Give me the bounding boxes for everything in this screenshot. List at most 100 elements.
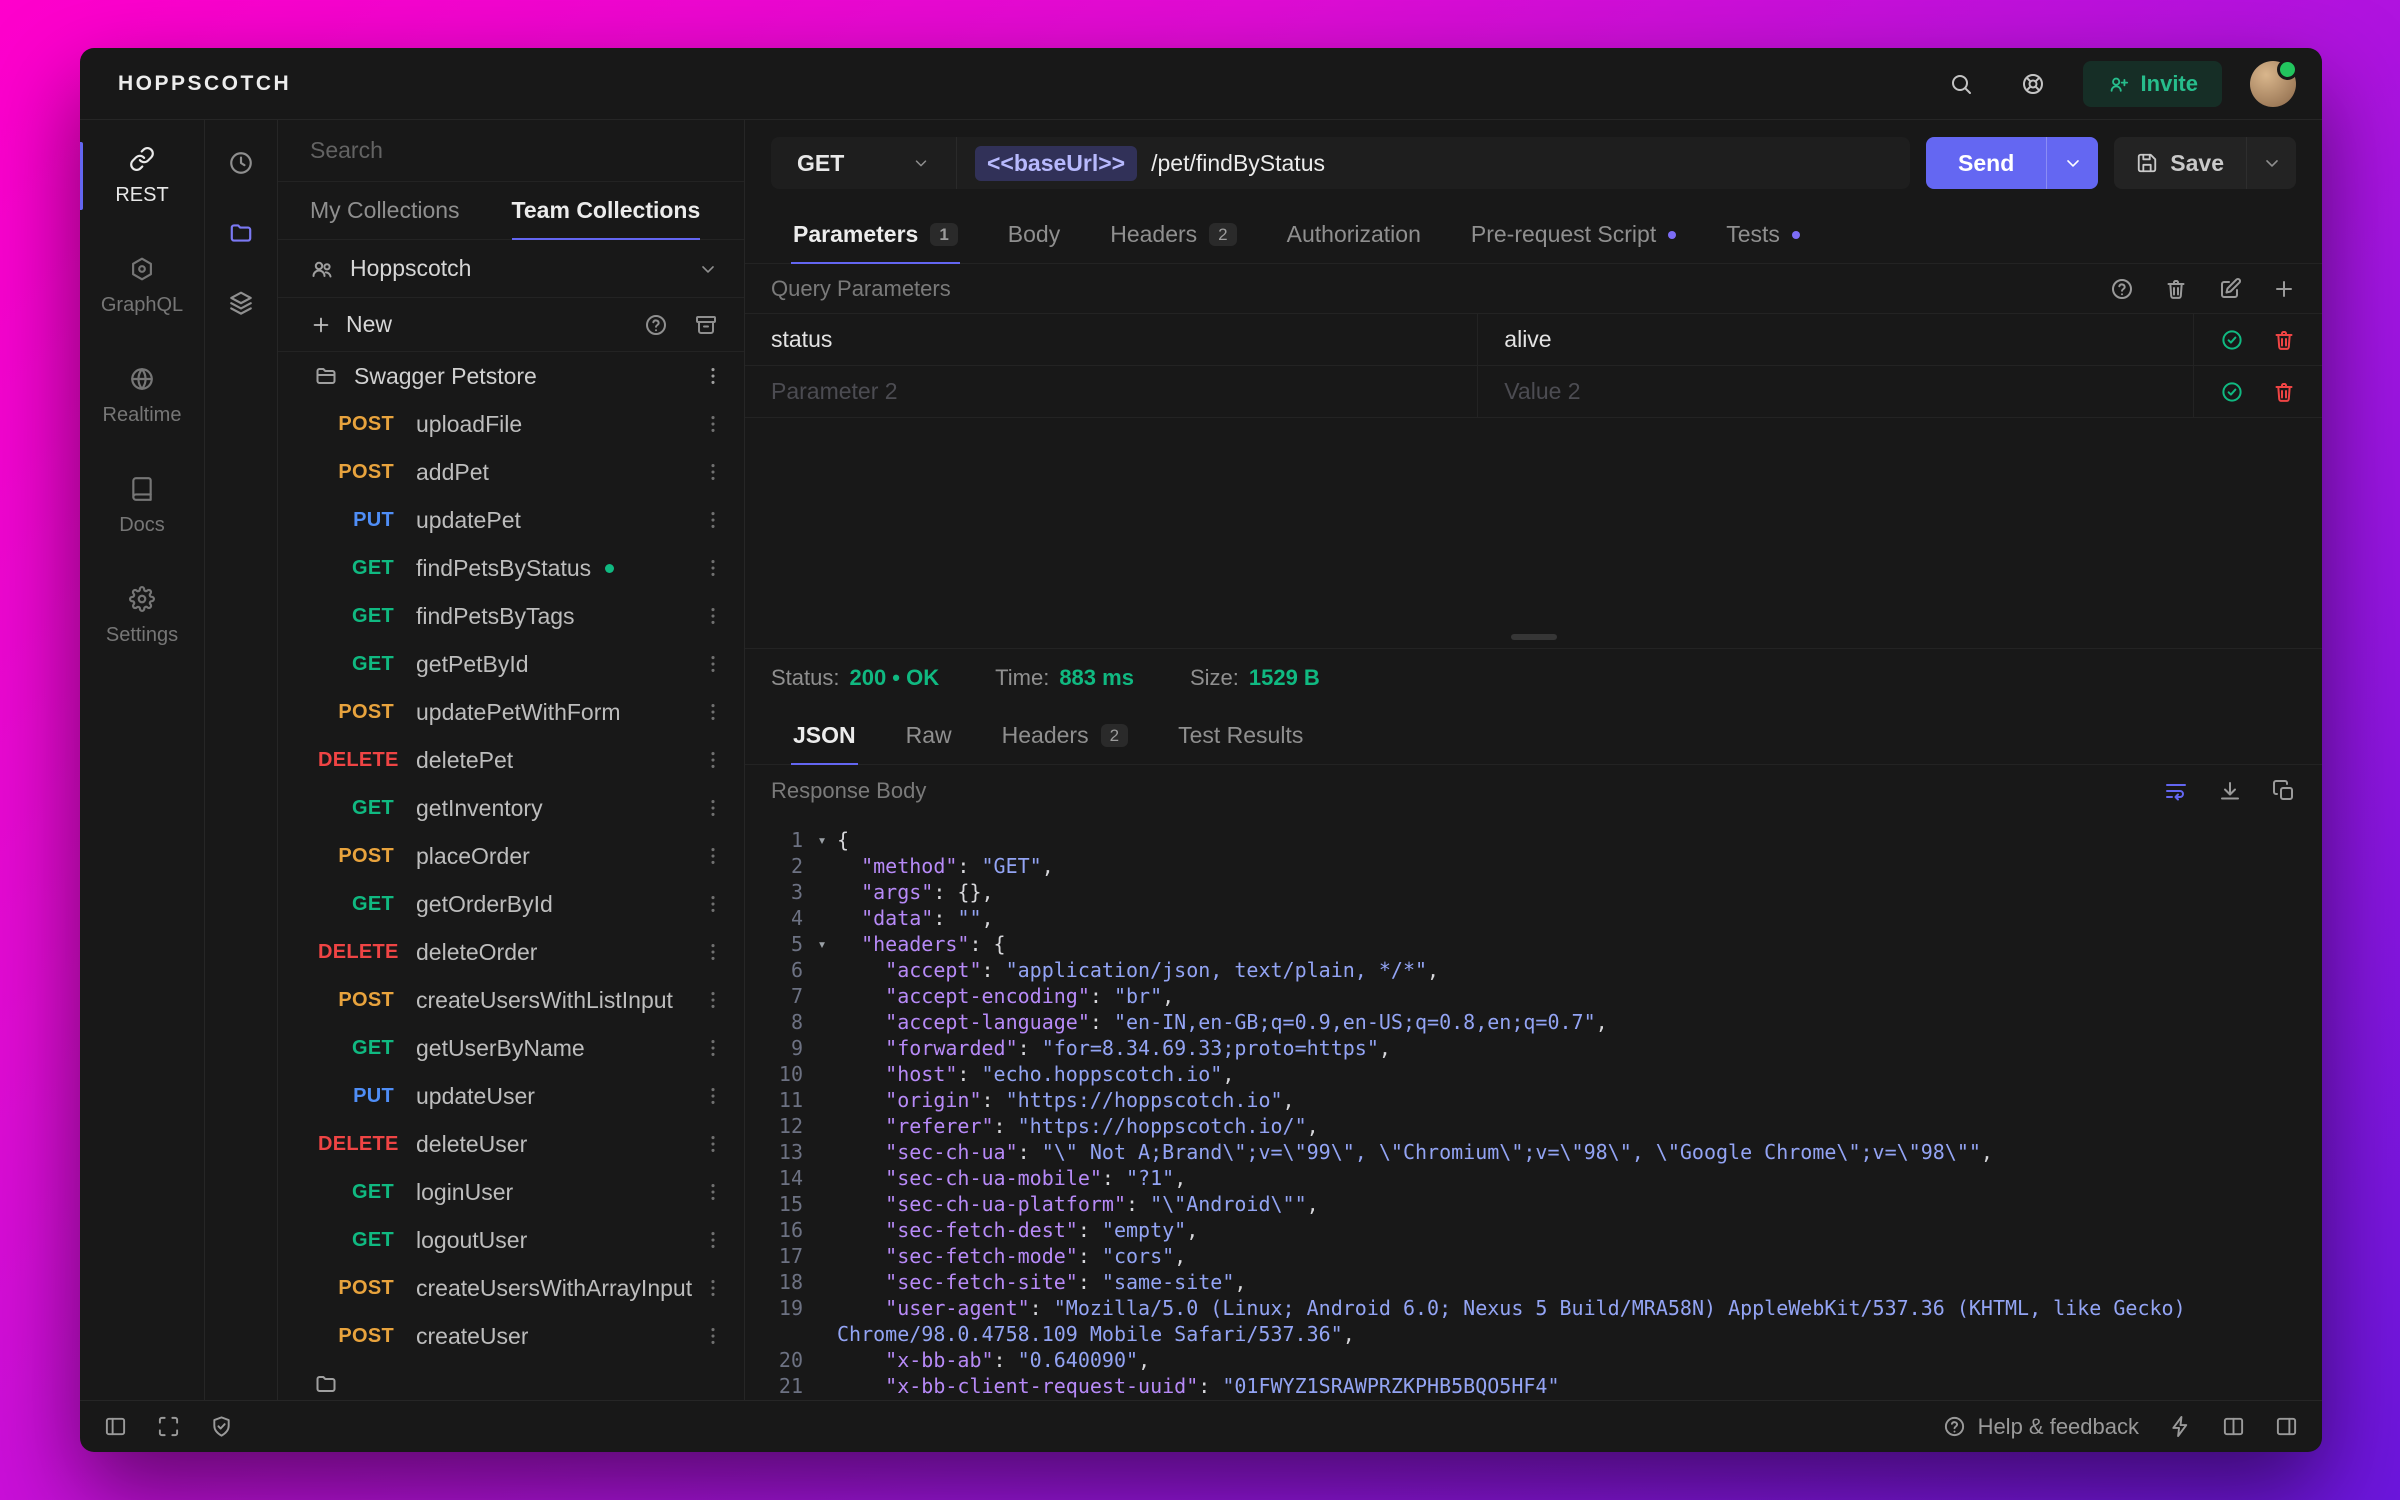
fold-toggle-icon[interactable]: ▾ (807, 931, 837, 957)
sidebar-toggle-icon[interactable] (104, 1415, 127, 1438)
request-tab-pre-request-script[interactable]: Pre-request Script (1449, 206, 1698, 263)
wrap-lines-icon[interactable] (2164, 779, 2188, 803)
request-tab-tests[interactable]: Tests (1704, 206, 1822, 263)
environments-button[interactable] (218, 280, 264, 326)
request-item-placeOrder[interactable]: POST placeOrder (278, 832, 744, 880)
request-item-deleteOrder[interactable]: DELETE deleteOrder (278, 928, 744, 976)
response-body-editor[interactable]: 1 ▾{2 "method": "GET", 3 "args": {}, 4 "dat… (745, 817, 2322, 1400)
fold-toggle-icon[interactable]: ▾ (807, 827, 837, 853)
response-tab-raw[interactable]: Raw (884, 707, 974, 764)
parameter-value-input[interactable]: alive (1478, 314, 2194, 365)
nav-item-docs[interactable]: Docs (80, 462, 204, 550)
more-menu-button[interactable] (702, 365, 724, 387)
add-parameter-icon[interactable] (2272, 277, 2296, 301)
remove-parameter-button[interactable] (2272, 380, 2296, 404)
pane-resize-handle[interactable] (1510, 634, 1557, 640)
team-selector[interactable]: Hoppscotch (278, 240, 744, 298)
request-item-deletePet[interactable]: DELETE deletePet (278, 736, 744, 784)
request-tab-body[interactable]: Body (986, 206, 1082, 263)
more-menu-button[interactable] (702, 749, 724, 771)
send-button[interactable]: Send (1926, 137, 2046, 189)
collection-folder-partial[interactable] (278, 1360, 744, 1400)
import-export-icon[interactable] (694, 313, 718, 337)
request-item-updatePetWithForm[interactable]: POST updatePetWithForm (278, 688, 744, 736)
request-tab-authorization[interactable]: Authorization (1265, 206, 1443, 263)
layout-columns-icon[interactable] (2222, 1415, 2245, 1438)
more-menu-button[interactable] (702, 605, 724, 627)
more-menu-button[interactable] (702, 1037, 724, 1059)
delete-all-icon[interactable] (2164, 277, 2188, 301)
edit-icon[interactable] (2218, 277, 2242, 301)
collections-tab-team-collections[interactable]: Team Collections (511, 182, 700, 240)
request-tab-headers[interactable]: Headers 2 (1088, 206, 1258, 263)
more-menu-button[interactable] (702, 461, 724, 483)
request-item-createUsersWithListInput[interactable]: POST createUsersWithListInput (278, 976, 744, 1024)
interceptor-shield-icon[interactable] (210, 1415, 233, 1438)
request-item-findPetsByStatus[interactable]: GET findPetsByStatus (278, 544, 744, 592)
more-menu-button[interactable] (702, 509, 724, 531)
more-menu-button[interactable] (702, 1229, 724, 1251)
response-tab-headers[interactable]: Headers 2 (980, 707, 1150, 764)
request-item-createUsersWithArrayInput[interactable]: POST createUsersWithArrayInput (278, 1264, 744, 1312)
avatar[interactable] (2250, 58, 2298, 107)
remove-parameter-button[interactable] (2272, 328, 2296, 352)
more-menu-button[interactable] (702, 845, 724, 867)
more-menu-button[interactable] (702, 1325, 724, 1347)
request-item-createUser[interactable]: POST createUser (278, 1312, 744, 1360)
response-tab-test-results[interactable]: Test Results (1156, 707, 1325, 764)
more-menu-button[interactable] (702, 701, 724, 723)
request-item-getUserByName[interactable]: GET getUserByName (278, 1024, 744, 1072)
toggle-parameter-button[interactable] (2220, 328, 2244, 352)
send-options-button[interactable] (2046, 137, 2098, 189)
collections-tab-my-collections[interactable]: My Collections (310, 182, 460, 239)
save-button[interactable]: Save (2114, 137, 2246, 189)
request-item-getPetById[interactable]: GET getPetById (278, 640, 744, 688)
expand-icon[interactable] (157, 1415, 180, 1438)
request-tab-parameters[interactable]: Parameters 1 (771, 206, 980, 264)
copy-icon[interactable] (2272, 779, 2296, 803)
more-menu-button[interactable] (702, 557, 724, 579)
invite-button[interactable]: Invite (2082, 60, 2222, 107)
request-item-getInventory[interactable]: GET getInventory (278, 784, 744, 832)
history-button[interactable] (218, 140, 264, 186)
request-item-deleteUser[interactable]: DELETE deleteUser (278, 1120, 744, 1168)
toggle-parameter-button[interactable] (2220, 380, 2244, 404)
collection-folder[interactable]: Swagger Petstore (278, 352, 744, 400)
more-menu-button[interactable] (702, 1085, 724, 1107)
more-menu-button[interactable] (702, 653, 724, 675)
env-variable-chip[interactable]: <<baseUrl>> (975, 145, 1138, 181)
request-item-updatePet[interactable]: PUT updatePet (278, 496, 744, 544)
more-menu-button[interactable] (702, 989, 724, 1011)
nav-item-realtime[interactable]: Realtime (80, 352, 204, 440)
more-menu-button[interactable] (702, 413, 724, 435)
request-item-addPet[interactable]: POST addPet (278, 448, 744, 496)
request-item-findPetsByTags[interactable]: GET findPetsByTags (278, 592, 744, 640)
request-item-logoutUser[interactable]: GET logoutUser (278, 1216, 744, 1264)
parameter-key-input[interactable]: Parameter 2 (745, 366, 1479, 417)
download-icon[interactable] (2218, 779, 2242, 803)
more-menu-button[interactable] (702, 1181, 724, 1203)
request-item-updateUser[interactable]: PUT updateUser (278, 1072, 744, 1120)
more-menu-button[interactable] (702, 941, 724, 963)
parameter-value-input[interactable]: Value 2 (1478, 366, 2194, 417)
more-menu-button[interactable] (702, 797, 724, 819)
nav-item-settings[interactable]: Settings (80, 572, 204, 660)
sidebar-right-toggle-icon[interactable] (2275, 1415, 2298, 1438)
nav-item-rest[interactable]: REST (80, 132, 204, 220)
method-select[interactable]: GET (771, 137, 957, 189)
more-menu-button[interactable] (702, 1133, 724, 1155)
search-button[interactable] (1939, 62, 1983, 106)
collections-search-input[interactable] (310, 137, 712, 164)
new-collection-button[interactable]: New (346, 311, 392, 338)
save-options-button[interactable] (2246, 137, 2296, 189)
help-circle-icon[interactable] (2110, 277, 2134, 301)
more-menu-button[interactable] (702, 1277, 724, 1299)
nav-item-graphql[interactable]: GraphQL (80, 242, 204, 330)
help-feedback-button[interactable]: Help & feedback (1943, 1414, 2139, 1440)
support-button[interactable] (2011, 62, 2055, 106)
help-circle-icon[interactable] (644, 313, 668, 337)
response-tab-json[interactable]: JSON (771, 707, 878, 765)
shortcuts-zap-icon[interactable] (2169, 1415, 2192, 1438)
url-input[interactable]: <<baseUrl>> /pet/findByStatus (957, 145, 1910, 181)
request-item-uploadFile[interactable]: POST uploadFile (278, 400, 744, 448)
